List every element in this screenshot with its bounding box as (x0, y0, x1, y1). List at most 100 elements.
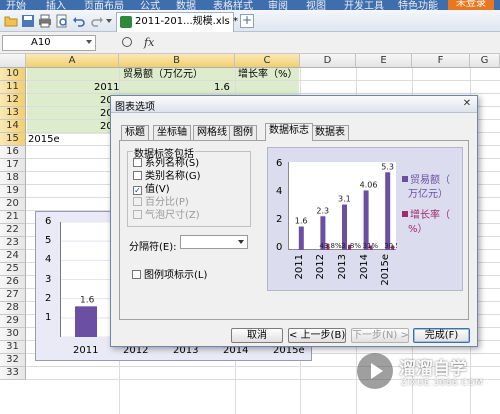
insert-function-button[interactable]: fx (144, 36, 154, 49)
row-header[interactable]: 10 (0, 68, 26, 81)
cell-b11[interactable]: 1.6 (214, 81, 230, 94)
save-icon[interactable] (21, 14, 35, 28)
finish-button[interactable]: 完成(F) (413, 328, 470, 343)
menu-item-review[interactable]: 审阅 (268, 0, 288, 10)
menu-item-developer[interactable]: 开发工具 (344, 0, 384, 10)
menu-item-data[interactable]: 数据 (176, 0, 196, 10)
row-header[interactable]: 16 (0, 146, 26, 159)
row-header[interactable]: 23 (0, 237, 26, 250)
name-box[interactable]: A10 (2, 35, 96, 51)
cell-a15[interactable]: 2015e (28, 133, 60, 146)
row-header[interactable]: 19 (0, 185, 26, 198)
row-header[interactable]: 27 (0, 289, 26, 302)
chart-y-tick: 4 (45, 254, 52, 266)
row-header[interactable]: 21 (0, 211, 26, 224)
tab-gridlines[interactable]: 网格线 (193, 125, 231, 140)
legend-label-trade-2: 万亿元） (408, 189, 448, 200)
row-header[interactable]: 29 (0, 315, 26, 328)
checkbox-icon (132, 270, 141, 279)
tab-legend[interactable]: 图例 (229, 125, 257, 140)
row-header[interactable]: 18 (0, 172, 26, 185)
tab-data-table[interactable]: 数据表 (311, 125, 349, 140)
cell-a11[interactable]: 2011 (94, 81, 119, 94)
menu-item-special[interactable]: 特色功能 (398, 0, 438, 10)
row-header[interactable]: 26 (0, 276, 26, 289)
row-header[interactable]: 13 (0, 107, 26, 120)
data-labels-panel: 数据标签包括 系列名称(S) 类别名称(G) ✓ 值(V) 百分比(P) 气泡尺寸… (119, 140, 469, 320)
row-header[interactable]: 32 (0, 354, 26, 367)
select-all-corner[interactable] (0, 54, 26, 68)
row-header[interactable]: 20 (0, 198, 26, 211)
tab-title[interactable]: 标题 (121, 125, 149, 140)
option-label: 百分比(P) (145, 197, 189, 208)
preview-data-label: 5.3 (381, 162, 394, 171)
row-header[interactable]: 28 (0, 302, 26, 315)
menu-item-view[interactable]: 视图 (306, 0, 326, 10)
checkmark-icon: ✓ (133, 186, 142, 195)
row-header[interactable]: 33 (0, 367, 26, 380)
zoom-icon[interactable] (122, 37, 132, 47)
column-header-g[interactable]: G (470, 54, 500, 68)
option-label: 值(V) (145, 184, 170, 195)
row-header[interactable]: 14 (0, 120, 26, 133)
print-preview-icon[interactable] (55, 14, 69, 28)
print-icon[interactable] (38, 14, 52, 28)
row-header[interactable]: 31 (0, 341, 26, 354)
row-header[interactable]: 15 (0, 133, 26, 146)
document-tab[interactable]: 2011-201...规模.xls * (116, 12, 238, 32)
row-header[interactable]: 24 (0, 250, 26, 263)
chart-y-tick: 5 (45, 235, 52, 247)
column-header-f[interactable]: F (412, 54, 470, 68)
preview-bar-trade (298, 226, 304, 250)
new-tab-button[interactable]: + (240, 14, 254, 28)
value-checkbox[interactable]: ✓ 值(V) (133, 184, 170, 196)
menu-bar: 开始 插入 页面布局 公式 数据 表格样式 审阅 视图 开发工具 特色功能 未登… (0, 0, 500, 10)
series-name-checkbox[interactable]: 系列名称(S) (133, 158, 199, 170)
column-header-d[interactable]: D (300, 54, 356, 68)
row-header[interactable]: 11 (0, 81, 26, 94)
option-label: 类别名称(G) (145, 171, 201, 182)
cancel-button[interactable]: 取消 (231, 328, 283, 343)
separator-label: 分隔符(E): (129, 242, 177, 253)
close-icon[interactable]: ✕ (461, 98, 473, 110)
chevron-down-icon[interactable] (86, 40, 92, 44)
menu-item-insert[interactable]: 插入 (46, 0, 66, 10)
cell-c10[interactable]: 增长率（%） (238, 68, 298, 81)
chart-bar-trade (75, 306, 97, 337)
column-header-a[interactable]: A (26, 54, 119, 68)
preview-x-tick: 2011 (293, 254, 305, 280)
preview-x-tick: 2013 (337, 254, 348, 280)
preview-data-label: 4.06 (360, 180, 378, 189)
watermark-name: 溜溜自学 (399, 359, 467, 379)
row-header[interactable]: 30 (0, 328, 26, 341)
login-button[interactable]: 未登录 (448, 0, 494, 10)
row-header[interactable]: 17 (0, 159, 26, 172)
preview-growth-label: 30.5% (384, 242, 397, 250)
preview-y-tick: 2 (276, 214, 283, 225)
menu-item-page-layout[interactable]: 页面布局 (84, 0, 124, 10)
column-header-b[interactable]: B (119, 54, 235, 68)
legend-label-growth-1: 增长率（ (410, 210, 450, 221)
open-folder-icon[interactable] (4, 14, 18, 28)
category-name-checkbox[interactable]: 类别名称(G) (133, 171, 201, 183)
redo-icon[interactable] (90, 14, 104, 28)
dialog-titlebar[interactable]: 图表选项 ✕ (111, 96, 477, 113)
menu-item-table-style[interactable]: 表格样式 (213, 0, 253, 10)
tab-axis[interactable]: 坐标轴 (153, 125, 191, 140)
column-header-e[interactable]: E (356, 54, 412, 68)
preview-y-tick: 0 (276, 242, 283, 253)
legend-key-checkbox[interactable]: 图例项标示(L) (132, 270, 207, 282)
row-header[interactable]: 22 (0, 224, 26, 237)
cell-b10[interactable]: 贸易额（万亿元） (123, 68, 203, 81)
separator-select[interactable] (180, 235, 248, 249)
chart-preview: 6420 1.62.343.8%3.13 .8%4.0631%5.330.5% … (267, 147, 463, 291)
back-button[interactable]: < 上一步(B) (288, 328, 346, 343)
row-header[interactable]: 25 (0, 263, 26, 276)
toolbar-more-icon[interactable] (106, 19, 112, 23)
menu-item-start[interactable]: 开始 (6, 0, 26, 10)
row-header[interactable]: 12 (0, 94, 26, 107)
column-header-c[interactable]: C (235, 54, 300, 68)
tab-data-labels[interactable]: 数据标志 (265, 123, 313, 141)
undo-icon[interactable] (72, 14, 86, 28)
menu-item-formula[interactable]: 公式 (140, 0, 160, 10)
